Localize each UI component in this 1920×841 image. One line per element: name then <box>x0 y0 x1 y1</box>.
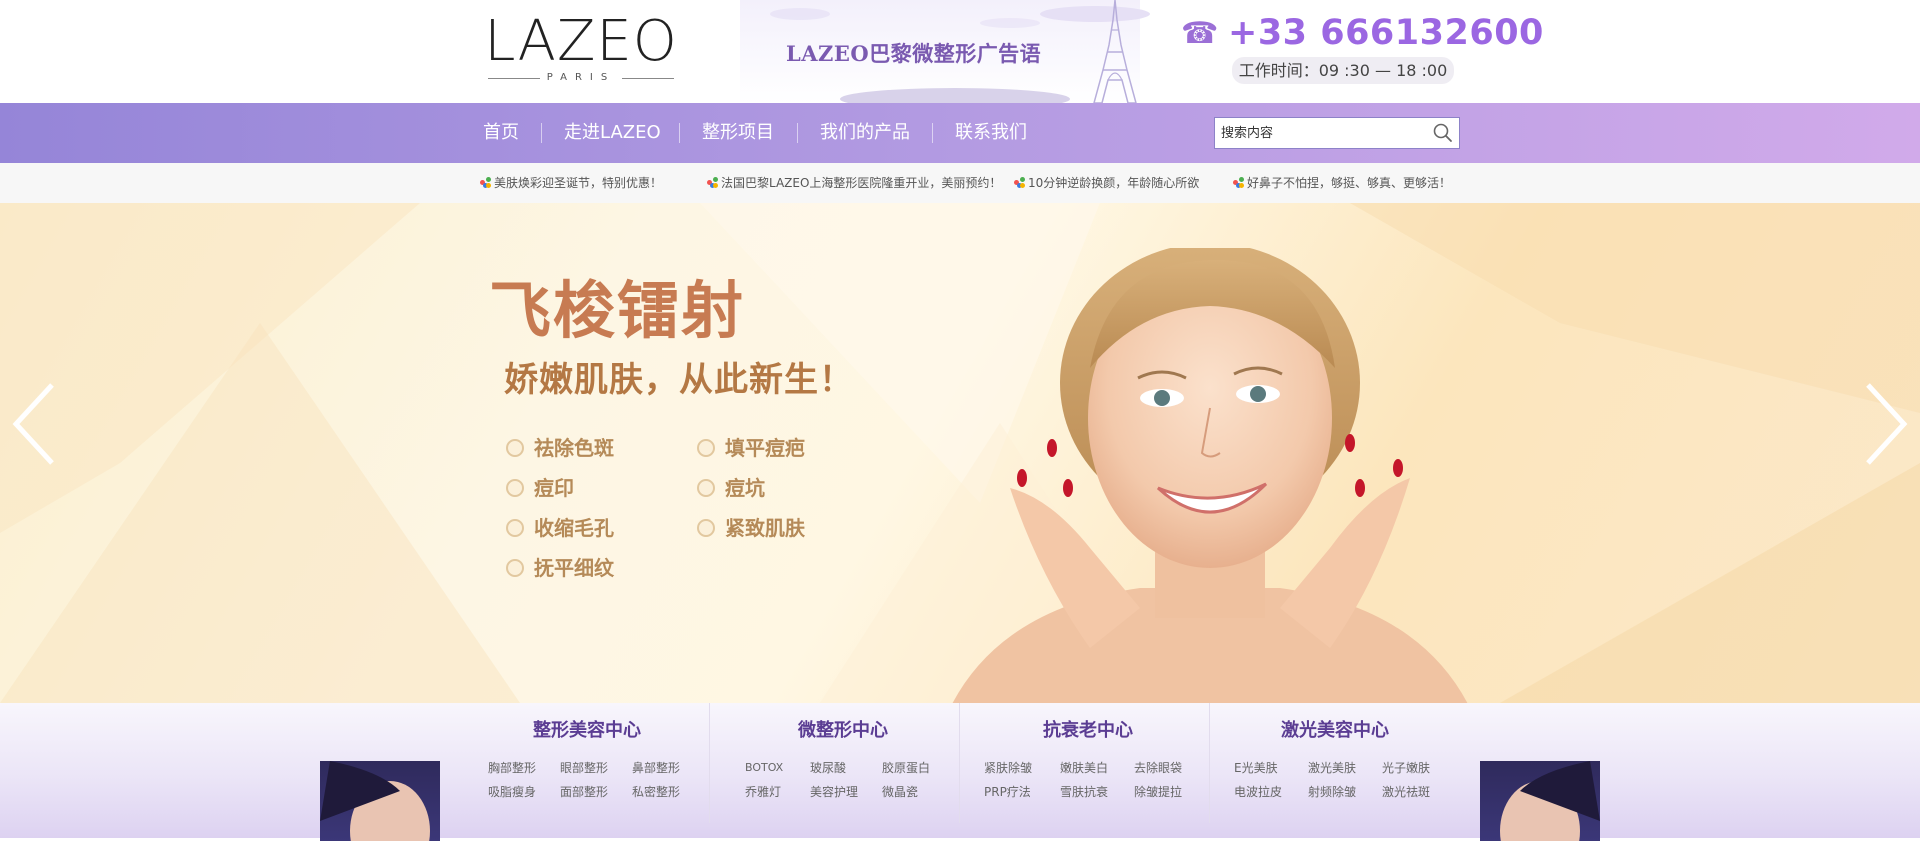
category-link[interactable]: 乔雅灯 <box>745 784 781 800</box>
news-text: 法国巴黎LAZEO上海整形医院隆重开业，美丽预约！ <box>721 176 1002 190</box>
category-link[interactable]: 胸部整形 <box>488 760 536 776</box>
header-slogan: LAZEO巴黎微整形广告语 <box>786 41 1042 66</box>
feature-item: 痘印 <box>506 475 574 501</box>
bullet-icon <box>506 559 524 577</box>
bullet-icon <box>697 479 715 497</box>
news-text: 10分钟逆龄换颜，年龄随心所欲 <box>1028 176 1200 190</box>
feature-label: 痘印 <box>534 476 574 500</box>
category-title[interactable]: 抗衰老中心 <box>988 717 1188 745</box>
bullet-icon <box>697 519 715 537</box>
phone-number: +33 666132600 <box>1228 13 1544 53</box>
category-link[interactable]: 嫩肤美白 <box>1060 760 1108 776</box>
logo-divider <box>622 78 674 79</box>
nav-item-about[interactable]: 走进LAZEO <box>564 103 661 163</box>
side-thumbnail <box>1480 761 1600 841</box>
category-link[interactable]: 雪肤抗衰 <box>1060 784 1108 800</box>
working-hours: 工作时间：09 :30 — 18 :00 <box>1232 57 1454 84</box>
bullet-icon <box>506 479 524 497</box>
search-icon[interactable] <box>1431 122 1455 144</box>
portrait-thumbnail <box>320 761 430 841</box>
feature-item: 抚平细纹 <box>506 555 614 581</box>
feature-label: 痘坑 <box>725 476 765 500</box>
nav-item-projects[interactable]: 整形项目 <box>702 103 774 163</box>
category-link[interactable]: 私密整形 <box>632 784 680 800</box>
category-link[interactable]: 电波拉皮 <box>1234 784 1282 800</box>
category-divider <box>959 703 960 823</box>
feature-item: 祛除色斑 <box>506 435 614 461</box>
logo-wordmark: LAZEO <box>484 9 678 74</box>
phone-icon: ☎ <box>1181 16 1219 51</box>
feature-label: 祛除色斑 <box>534 436 614 460</box>
nav-item-contact[interactable]: 联系我们 <box>955 103 1027 163</box>
banner-title: 飞梭镭射 <box>489 274 746 347</box>
flower-icon <box>1014 177 1025 188</box>
news-item[interactable]: 法国巴黎LAZEO上海整形医院隆重开业，美丽预约！ <box>707 163 1001 203</box>
category-link[interactable]: E光美肤 <box>1234 760 1278 776</box>
nav-divider <box>541 123 542 143</box>
category-title[interactable]: 微整形中心 <box>743 717 943 745</box>
category-link[interactable]: 光子嫩肤 <box>1382 760 1430 776</box>
category-link[interactable]: 面部整形 <box>560 784 608 800</box>
category-link[interactable]: 眼部整形 <box>560 760 608 776</box>
category-divider <box>1209 703 1210 823</box>
category-link[interactable]: 微晶瓷 <box>882 784 918 800</box>
category-link[interactable]: 去除眼袋 <box>1134 760 1182 776</box>
category-link[interactable]: 除皱提拉 <box>1134 784 1182 800</box>
nav-divider <box>679 123 680 143</box>
lazeo-logo[interactable]: LAZEO PARIS <box>484 12 678 88</box>
flower-icon <box>707 177 718 188</box>
chevron-right-icon[interactable] <box>1860 381 1910 467</box>
news-text: 美肤焕彩迎圣诞节，特别优惠！ <box>494 176 663 190</box>
feature-item: 填平痘疤 <box>697 435 805 461</box>
category-link[interactable]: 激光祛斑 <box>1382 784 1430 800</box>
feature-label: 收缩毛孔 <box>534 516 614 540</box>
category-link[interactable]: PRP疗法 <box>984 784 1031 800</box>
category-title[interactable]: 激光美容中心 <box>1235 717 1435 745</box>
bullet-icon <box>506 519 524 537</box>
bullet-icon <box>506 439 524 457</box>
feature-item: 收缩毛孔 <box>506 515 614 541</box>
category-title[interactable]: 整形美容中心 <box>487 717 687 745</box>
category-link[interactable]: 紧肤除皱 <box>984 760 1032 776</box>
portrait-thumbnail <box>1500 761 1600 841</box>
search-box <box>1214 117 1460 149</box>
news-item[interactable]: 美肤焕彩迎圣诞节，特别优惠！ <box>480 163 662 203</box>
bullet-icon <box>697 439 715 457</box>
category-link[interactable]: 激光美肤 <box>1308 760 1356 776</box>
news-ticker: 美肤焕彩迎圣诞节，特别优惠！ 法国巴黎LAZEO上海整形医院隆重开业，美丽预约！… <box>0 163 1920 203</box>
category-link[interactable]: 玻尿酸 <box>810 760 846 776</box>
flower-icon <box>1233 177 1244 188</box>
nav-divider <box>797 123 798 143</box>
feature-label: 填平痘疤 <box>725 436 805 460</box>
news-text: 好鼻子不怕捏，够挺、够真、更够活！ <box>1247 176 1452 190</box>
hero-banner: 飞梭镭射 娇嫩肌肤，从此新生！ 祛除色斑 填平痘疤 痘印 痘坑 收缩毛孔 紧致肌… <box>0 203 1920 703</box>
chevron-left-icon[interactable] <box>10 381 60 467</box>
main-nav: 首页 走进LAZEO 整形项目 我们的产品 联系我们 <box>0 103 1920 163</box>
news-item[interactable]: 好鼻子不怕捏，够挺、够真、更够活！ <box>1233 163 1451 203</box>
feature-label: 抚平细纹 <box>534 556 614 580</box>
side-thumbnail <box>320 761 440 841</box>
banner-subtitle: 娇嫩肌肤，从此新生！ <box>504 360 854 400</box>
category-link[interactable]: 鼻部整形 <box>632 760 680 776</box>
search-input[interactable] <box>1221 122 1421 144</box>
nav-divider <box>932 123 933 143</box>
feature-item: 痘坑 <box>697 475 765 501</box>
category-link[interactable]: 胶原蛋白 <box>882 760 930 776</box>
category-link[interactable]: 射频除皱 <box>1308 784 1356 800</box>
category-link[interactable]: BOTOX <box>745 760 783 776</box>
category-link[interactable]: 美容护理 <box>810 784 858 800</box>
feature-label: 紧致肌肤 <box>725 516 805 540</box>
nav-item-home[interactable]: 首页 <box>483 103 519 163</box>
flower-icon <box>480 177 491 188</box>
news-item[interactable]: 10分钟逆龄换颜，年龄随心所欲 <box>1014 163 1199 203</box>
feature-item: 紧致肌肤 <box>697 515 805 541</box>
category-link[interactable]: 吸脂瘦身 <box>488 784 536 800</box>
eiffel-tower-illustration <box>1093 0 1137 103</box>
site-header: LAZEO PARIS LAZEO巴黎微整形广告语 ☎ +33 66613260… <box>0 0 1920 110</box>
model-portrait <box>952 248 1468 703</box>
category-divider <box>709 703 710 823</box>
service-categories: 整形美容中心 胸部整形 眼部整形 鼻部整形 吸脂瘦身 面部整形 私密整形 微整形… <box>0 703 1920 841</box>
nav-item-products[interactable]: 我们的产品 <box>820 103 910 163</box>
